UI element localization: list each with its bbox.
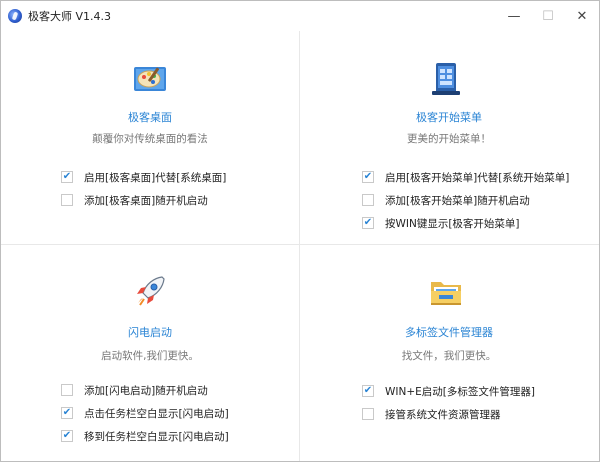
option-label: 移到任务栏空白显示[闪电启动] xyxy=(84,430,229,443)
window-controls: — ☐ ✕ xyxy=(497,1,599,31)
option-label: 启用[极客开始菜单]代替[系统开始菜单] xyxy=(385,171,570,184)
checkbox[interactable]: ✔ xyxy=(362,385,374,397)
palette-icon xyxy=(134,67,166,91)
check-icon: ✔ xyxy=(363,171,373,182)
minimize-button[interactable]: — xyxy=(497,1,531,31)
option-list: 添加[闪电启动]随开机启动 ✔ 点击任务栏空白显示[闪电启动] ✔ 移到任务栏空… xyxy=(61,379,229,448)
option-replace-explorer[interactable]: 接管系统文件资源管理器 xyxy=(362,403,535,425)
app-logo-icon xyxy=(8,9,22,23)
panel-start-menu: 极客开始菜单 更美的开始菜单！ ✔ 启用[极客开始菜单]代替[系统开始菜单] 添… xyxy=(300,31,598,244)
checkbox[interactable] xyxy=(362,408,374,420)
start-menu-icon xyxy=(432,63,460,95)
panel-subtitle: 找文件，我们更快。 xyxy=(401,350,497,362)
panel-file-manager: 多标签文件管理器 找文件，我们更快。 ✔ WIN+E启动[多标签文件管理器] 接… xyxy=(300,245,598,458)
option-list: ✔ WIN+E启动[多标签文件管理器] 接管系统文件资源管理器 xyxy=(362,380,535,426)
check-icon: ✔ xyxy=(363,217,373,228)
panel-title: 多标签文件管理器 xyxy=(405,326,493,339)
panel-desktop: 极客桌面 颠覆你对传统桌面的看法 ✔ 启用[极客桌面]代替[系统桌面] 添加[极… xyxy=(1,31,299,244)
checkbox[interactable]: ✔ xyxy=(61,430,73,442)
option-label: WIN+E启动[多标签文件管理器] xyxy=(385,385,535,398)
option-label: 接管系统文件资源管理器 xyxy=(385,408,501,421)
maximize-button[interactable]: ☐ xyxy=(531,1,565,31)
main-content: 极客桌面 颠覆你对传统桌面的看法 ✔ 启用[极客桌面]代替[系统桌面] 添加[极… xyxy=(1,31,599,461)
check-icon: ✔ xyxy=(363,385,373,396)
option-hover-taskbar[interactable]: ✔ 移到任务栏空白显示[闪电启动] xyxy=(61,425,229,447)
app-window: 极客大师 V1.4.3 — ☐ ✕ 极客桌面 颠覆你对传统桌面的看法 ✔ 启用[… xyxy=(0,0,600,462)
option-label: 启用[极客桌面]代替[系统桌面] xyxy=(84,171,227,184)
option-win-key-start-menu[interactable]: ✔ 按WIN键显示[极客开始菜单] xyxy=(362,212,569,234)
option-label: 添加[极客开始菜单]随开机启动 xyxy=(385,194,530,207)
option-click-taskbar[interactable]: ✔ 点击任务栏空白显示[闪电启动] xyxy=(61,402,229,424)
panel-subtitle: 颠覆你对传统桌面的看法 xyxy=(92,133,208,145)
checkbox[interactable] xyxy=(61,384,73,396)
panel-title: 极客开始菜单 xyxy=(416,111,482,124)
option-list: ✔ 启用[极客桌面]代替[系统桌面] 添加[极客桌面]随开机启动 xyxy=(61,166,226,212)
option-enable-desktop[interactable]: ✔ 启用[极客桌面]代替[系统桌面] xyxy=(61,166,226,188)
checkbox[interactable]: ✔ xyxy=(61,171,73,183)
checkbox[interactable]: ✔ xyxy=(362,171,374,183)
option-list: ✔ 启用[极客开始菜单]代替[系统开始菜单] 添加[极客开始菜单]随开机启动 ✔… xyxy=(362,166,569,235)
option-desktop-autostart[interactable]: 添加[极客桌面]随开机启动 xyxy=(61,189,226,211)
option-label: 点击任务栏空白显示[闪电启动] xyxy=(84,407,229,420)
option-start-menu-autostart[interactable]: 添加[极客开始菜单]随开机启动 xyxy=(362,189,569,211)
panel-title: 极客桌面 xyxy=(128,111,172,124)
check-icon: ✔ xyxy=(62,430,72,441)
window-title: 极客大师 V1.4.3 xyxy=(28,10,112,23)
check-icon: ✔ xyxy=(62,407,72,418)
title-bar[interactable]: 极客大师 V1.4.3 — ☐ ✕ xyxy=(1,1,599,31)
option-enable-start-menu[interactable]: ✔ 启用[极客开始菜单]代替[系统开始菜单] xyxy=(362,166,569,188)
checkbox[interactable]: ✔ xyxy=(61,407,73,419)
option-label: 按WIN键显示[极客开始菜单] xyxy=(385,217,520,230)
checkbox[interactable]: ✔ xyxy=(362,217,374,229)
option-launcher-autostart[interactable]: 添加[闪电启动]随开机启动 xyxy=(61,379,229,401)
panel-launcher: 闪电启动 启动软件,我们更快。 添加[闪电启动]随开机启动 ✔ 点击任务栏空白显… xyxy=(1,245,299,458)
checkbox[interactable] xyxy=(61,194,73,206)
panel-subtitle: 启动软件,我们更快。 xyxy=(101,350,199,362)
check-icon: ✔ xyxy=(62,171,72,182)
option-label: 添加[闪电启动]随开机启动 xyxy=(84,384,208,397)
checkbox[interactable] xyxy=(362,194,374,206)
option-win-e-launch[interactable]: ✔ WIN+E启动[多标签文件管理器] xyxy=(362,380,535,402)
rocket-icon xyxy=(137,276,165,306)
panel-subtitle: 更美的开始菜单！ xyxy=(407,133,491,145)
folder-icon xyxy=(431,282,461,305)
panel-title: 闪电启动 xyxy=(128,326,172,339)
close-button[interactable]: ✕ xyxy=(565,1,599,31)
option-label: 添加[极客桌面]随开机启动 xyxy=(84,194,208,207)
